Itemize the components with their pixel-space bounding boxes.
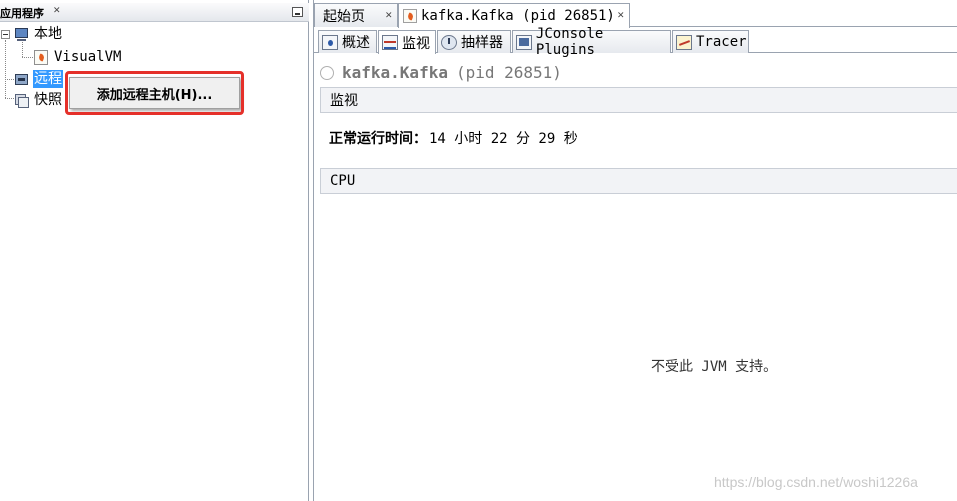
tree-item-snapshots[interactable]: 快照	[14, 91, 63, 109]
document-panel: 起始页 ✕ kafka.Kafka (pid 26851) ✕ 概述 监视 抽样…	[313, 0, 957, 501]
cpu-unsupported-message: 不受此 JVM 支持。	[651, 359, 778, 375]
app-name: kafka.Kafka	[342, 63, 448, 82]
view-tab-bar: 概述 监视 抽样器 JConsole Plugins Tracer	[314, 26, 957, 58]
uptime-row: 正常运行时间： 14 小时 22 分 29 秒	[329, 128, 578, 148]
java-app-icon	[403, 8, 417, 24]
tree-item-local[interactable]: 本地	[14, 25, 63, 43]
local-host-icon	[14, 27, 30, 42]
monitor-section-header: 监视	[320, 87, 957, 113]
tree-item-local-label: 本地	[34, 26, 62, 42]
tree-item-snapshots-label: 快照	[34, 92, 62, 108]
tab-start-page[interactable]: 起始页 ✕	[314, 3, 398, 27]
applications-panel-header: 应用程序 ✕	[0, 3, 309, 22]
tree-item-visualvm-label: VisualVM	[54, 49, 122, 65]
tab-sampler[interactable]: 抽样器	[437, 30, 511, 53]
uptime-value: 14 小时 22 分 29 秒	[429, 131, 578, 147]
tab-overview[interactable]: 概述	[318, 30, 377, 53]
tab-overview-label: 概述	[342, 35, 370, 51]
app-pid: (pid 26851)	[455, 63, 562, 82]
tab-tracer[interactable]: Tracer	[672, 30, 749, 53]
tree-item-remote[interactable]: 远程	[14, 70, 63, 88]
tab-tracer-label: Tracer	[696, 34, 747, 50]
tree-item-visualvm[interactable]: VisualVM	[34, 48, 122, 66]
minimize-icon[interactable]	[292, 7, 303, 17]
tree-line	[22, 42, 23, 57]
tree-line	[5, 98, 14, 99]
applications-panel-title: 应用程序	[0, 7, 44, 20]
status-circle-icon	[320, 65, 334, 80]
tab-sampler-label: 抽样器	[461, 35, 503, 51]
tree-collapse-icon[interactable]	[1, 30, 10, 39]
remote-host-icon	[14, 72, 30, 87]
applications-panel-close-icon[interactable]: ✕	[53, 6, 61, 16]
app-heading: kafka.Kafka (pid 26851)	[320, 63, 562, 82]
tracer-icon	[676, 34, 692, 50]
uptime-label: 正常运行时间：	[329, 131, 427, 147]
watermark: https://blog.csdn.net/woshi1226a	[714, 474, 918, 490]
sampler-icon	[441, 34, 457, 50]
jconsole-icon	[516, 34, 532, 50]
tab-monitor-label: 监视	[402, 35, 430, 52]
tab-jconsole-plugins-label: JConsole Plugins	[535, 26, 604, 58]
tab-kafka-app-label: kafka.Kafka (pid 26851)	[421, 8, 615, 24]
tree-item-remote-label: 远程	[33, 70, 63, 88]
snapshots-icon	[14, 93, 30, 108]
tab-jconsole-plugins[interactable]: JConsole Plugins	[512, 26, 671, 58]
monitor-icon	[382, 35, 398, 50]
tab-kafka-app-close-icon[interactable]: ✕	[617, 11, 625, 21]
cpu-section-header: CPU	[320, 168, 957, 194]
tree-line	[5, 40, 6, 98]
tree-line	[22, 57, 33, 58]
tab-start-page-close-icon[interactable]: ✕	[385, 11, 393, 21]
tab-start-page-label: 起始页	[323, 8, 365, 25]
tab-kafka-app[interactable]: kafka.Kafka (pid 26851) ✕	[398, 3, 630, 28]
tree-line	[5, 79, 14, 80]
annotation-highlight-box	[65, 71, 244, 115]
document-tab-bar: 起始页 ✕ kafka.Kafka (pid 26851) ✕	[314, 3, 957, 28]
tab-monitor[interactable]: 监视	[378, 30, 436, 54]
visualvm-app-icon	[34, 49, 50, 65]
overview-icon	[322, 34, 338, 50]
